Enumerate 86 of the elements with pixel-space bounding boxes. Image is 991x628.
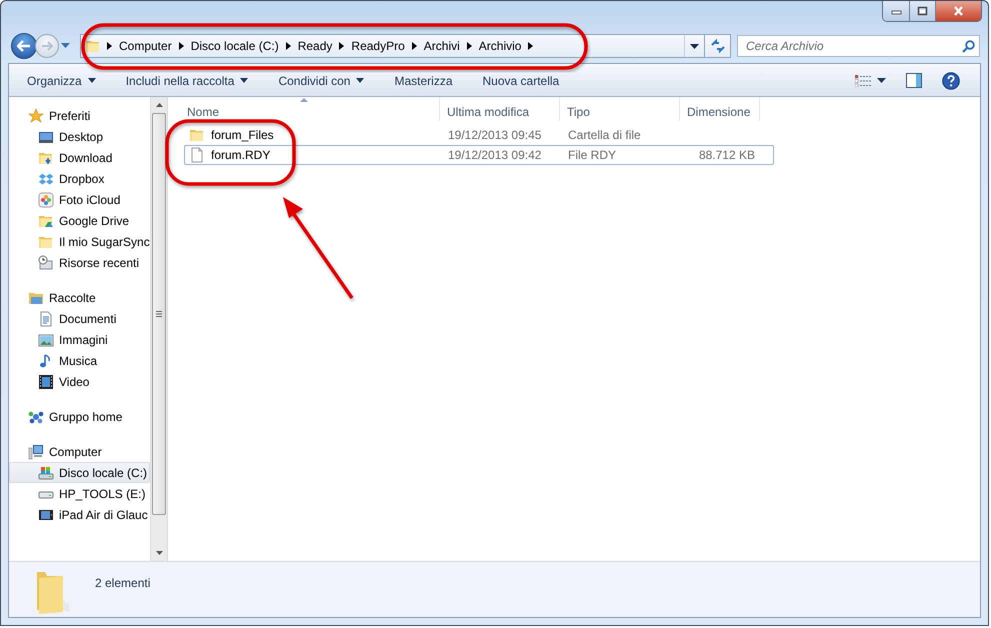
- maximize-button[interactable]: [909, 1, 935, 21]
- sidebar-item[interactable]: Dropbox: [9, 168, 150, 189]
- caret-down-icon: [877, 78, 886, 83]
- toolbar-button[interactable]: Nuova cartella: [474, 68, 568, 94]
- search-field[interactable]: Cerca Archivio: [737, 35, 980, 57]
- toolbar-button[interactable]: Includi nella raccolta: [118, 68, 256, 94]
- sidebar-item[interactable]: Il mio SugarSync: [9, 231, 150, 252]
- toolbar-button[interactable]: Organizza: [19, 68, 104, 94]
- sidebar-item[interactable]: HP_TOOLS (E:): [9, 483, 150, 504]
- history-dropdown-button[interactable]: [59, 43, 72, 49]
- breadcrumb[interactable]: ReadyPro: [346, 36, 410, 56]
- maximize-icon: [917, 6, 928, 16]
- grip-icon: [156, 311, 162, 317]
- sidebar-item[interactable]: Disco locale (C:): [9, 462, 150, 483]
- toolbar-button[interactable]: Condividi con: [270, 68, 372, 94]
- breadcrumb[interactable]: Ready: [292, 36, 338, 56]
- drive-icon: [38, 464, 54, 480]
- image-icon: [38, 332, 54, 348]
- sidebar-item[interactable]: Preferiti: [9, 105, 150, 126]
- table-cell-text: File RDY: [567, 148, 618, 162]
- refresh-button[interactable]: [705, 34, 731, 58]
- table-cell-text: Cartella di file: [567, 128, 642, 142]
- chevron-icon: [286, 42, 291, 50]
- help-icon: [942, 72, 960, 90]
- back-arrow-icon: [17, 40, 31, 52]
- file-row[interactable]: forum.RDY 19/12/2013 09:42 File RDY 88.712 KB: [184, 145, 774, 165]
- back-button[interactable]: [11, 33, 37, 59]
- sidebar-item[interactable]: Desktop: [9, 126, 150, 147]
- folder-icon: [189, 127, 205, 143]
- network-icon: [28, 408, 44, 424]
- column-header[interactable]: Tipo: [560, 97, 680, 121]
- breadcrumb[interactable]: Disco locale (C:): [186, 36, 284, 56]
- sidebar-item[interactable]: Video: [9, 371, 150, 392]
- file-row[interactable]: forum_Files 19/12/2013 09:45 Cartella di file: [184, 125, 774, 145]
- forward-arrow-icon: [41, 41, 53, 51]
- chevron-icon: [178, 42, 184, 50]
- document-icon: [38, 310, 54, 326]
- caret-down-icon: [61, 43, 70, 49]
- chevron-icon: [528, 42, 534, 50]
- column-header[interactable]: Dimensione: [680, 97, 760, 121]
- film-icon: [38, 374, 54, 390]
- breadcrumb[interactable]: Archivio: [474, 36, 526, 56]
- sidebar-item[interactable]: Google Drive: [9, 210, 150, 231]
- sidebar-item[interactable]: Musica: [9, 350, 150, 371]
- sidebar-item[interactable]: Raccolte: [9, 287, 150, 308]
- sidebar-item[interactable]: Foto iCloud: [9, 189, 150, 210]
- refresh-icon: [710, 39, 726, 53]
- breadcrumb[interactable]: Archivi: [418, 36, 465, 56]
- sidebar-item[interactable]: Immagini: [9, 329, 150, 350]
- close-button[interactable]: [935, 1, 981, 21]
- computer-icon: [28, 444, 44, 460]
- breadcrumb[interactable]: Computer: [114, 36, 177, 56]
- scroll-down-icon: [156, 551, 162, 555]
- chevron-icon: [466, 42, 472, 50]
- search-icon: [962, 40, 975, 53]
- details-view-icon: [855, 74, 871, 86]
- sidebar-item[interactable]: Documenti: [9, 308, 150, 329]
- chevron-icon: [107, 42, 112, 50]
- close-icon: [953, 6, 964, 16]
- scrollbar[interactable]: [150, 97, 167, 561]
- dropbox-icon: [38, 170, 54, 186]
- sidebar-item[interactable]: Computer: [9, 441, 150, 462]
- chevron-icon: [412, 42, 417, 50]
- chevron-icon: [339, 42, 344, 50]
- file-name: forum_Files: [211, 128, 274, 142]
- folder-icon: [85, 38, 101, 54]
- sidebar-item[interactable]: Download: [9, 147, 150, 168]
- table-cell-text: 19/12/2013 09:42: [447, 148, 542, 162]
- scroll-up-icon: [156, 103, 162, 107]
- photos-icon: [38, 192, 54, 208]
- table-cell-text: 19/12/2013 09:45: [447, 128, 542, 142]
- preview-pane-icon: [906, 73, 922, 88]
- toolbar-button[interactable]: Masterizza: [386, 68, 460, 94]
- file-name: forum.RDY: [211, 148, 270, 162]
- star-icon: [28, 108, 44, 124]
- recent-places-icon: [38, 254, 54, 270]
- table-cell-text: 88.712 KB: [698, 148, 756, 162]
- sidebar-item[interactable]: Gruppo home: [9, 406, 150, 427]
- caret-down-icon: [690, 44, 699, 48]
- address-bar[interactable]: Computer Disco locale (C:) Ready ReadyPro Archivi Archivio: [80, 34, 705, 58]
- sidebar-item[interactable]: Risorse recenti: [9, 252, 150, 273]
- status-text: 2 elementi: [95, 576, 150, 590]
- minimize-button[interactable]: [883, 1, 909, 21]
- sidebar-item[interactable]: iPad Air di Glauc: [9, 504, 150, 525]
- column-header[interactable]: Ultima modifica: [440, 97, 560, 121]
- file-icon: [189, 147, 205, 163]
